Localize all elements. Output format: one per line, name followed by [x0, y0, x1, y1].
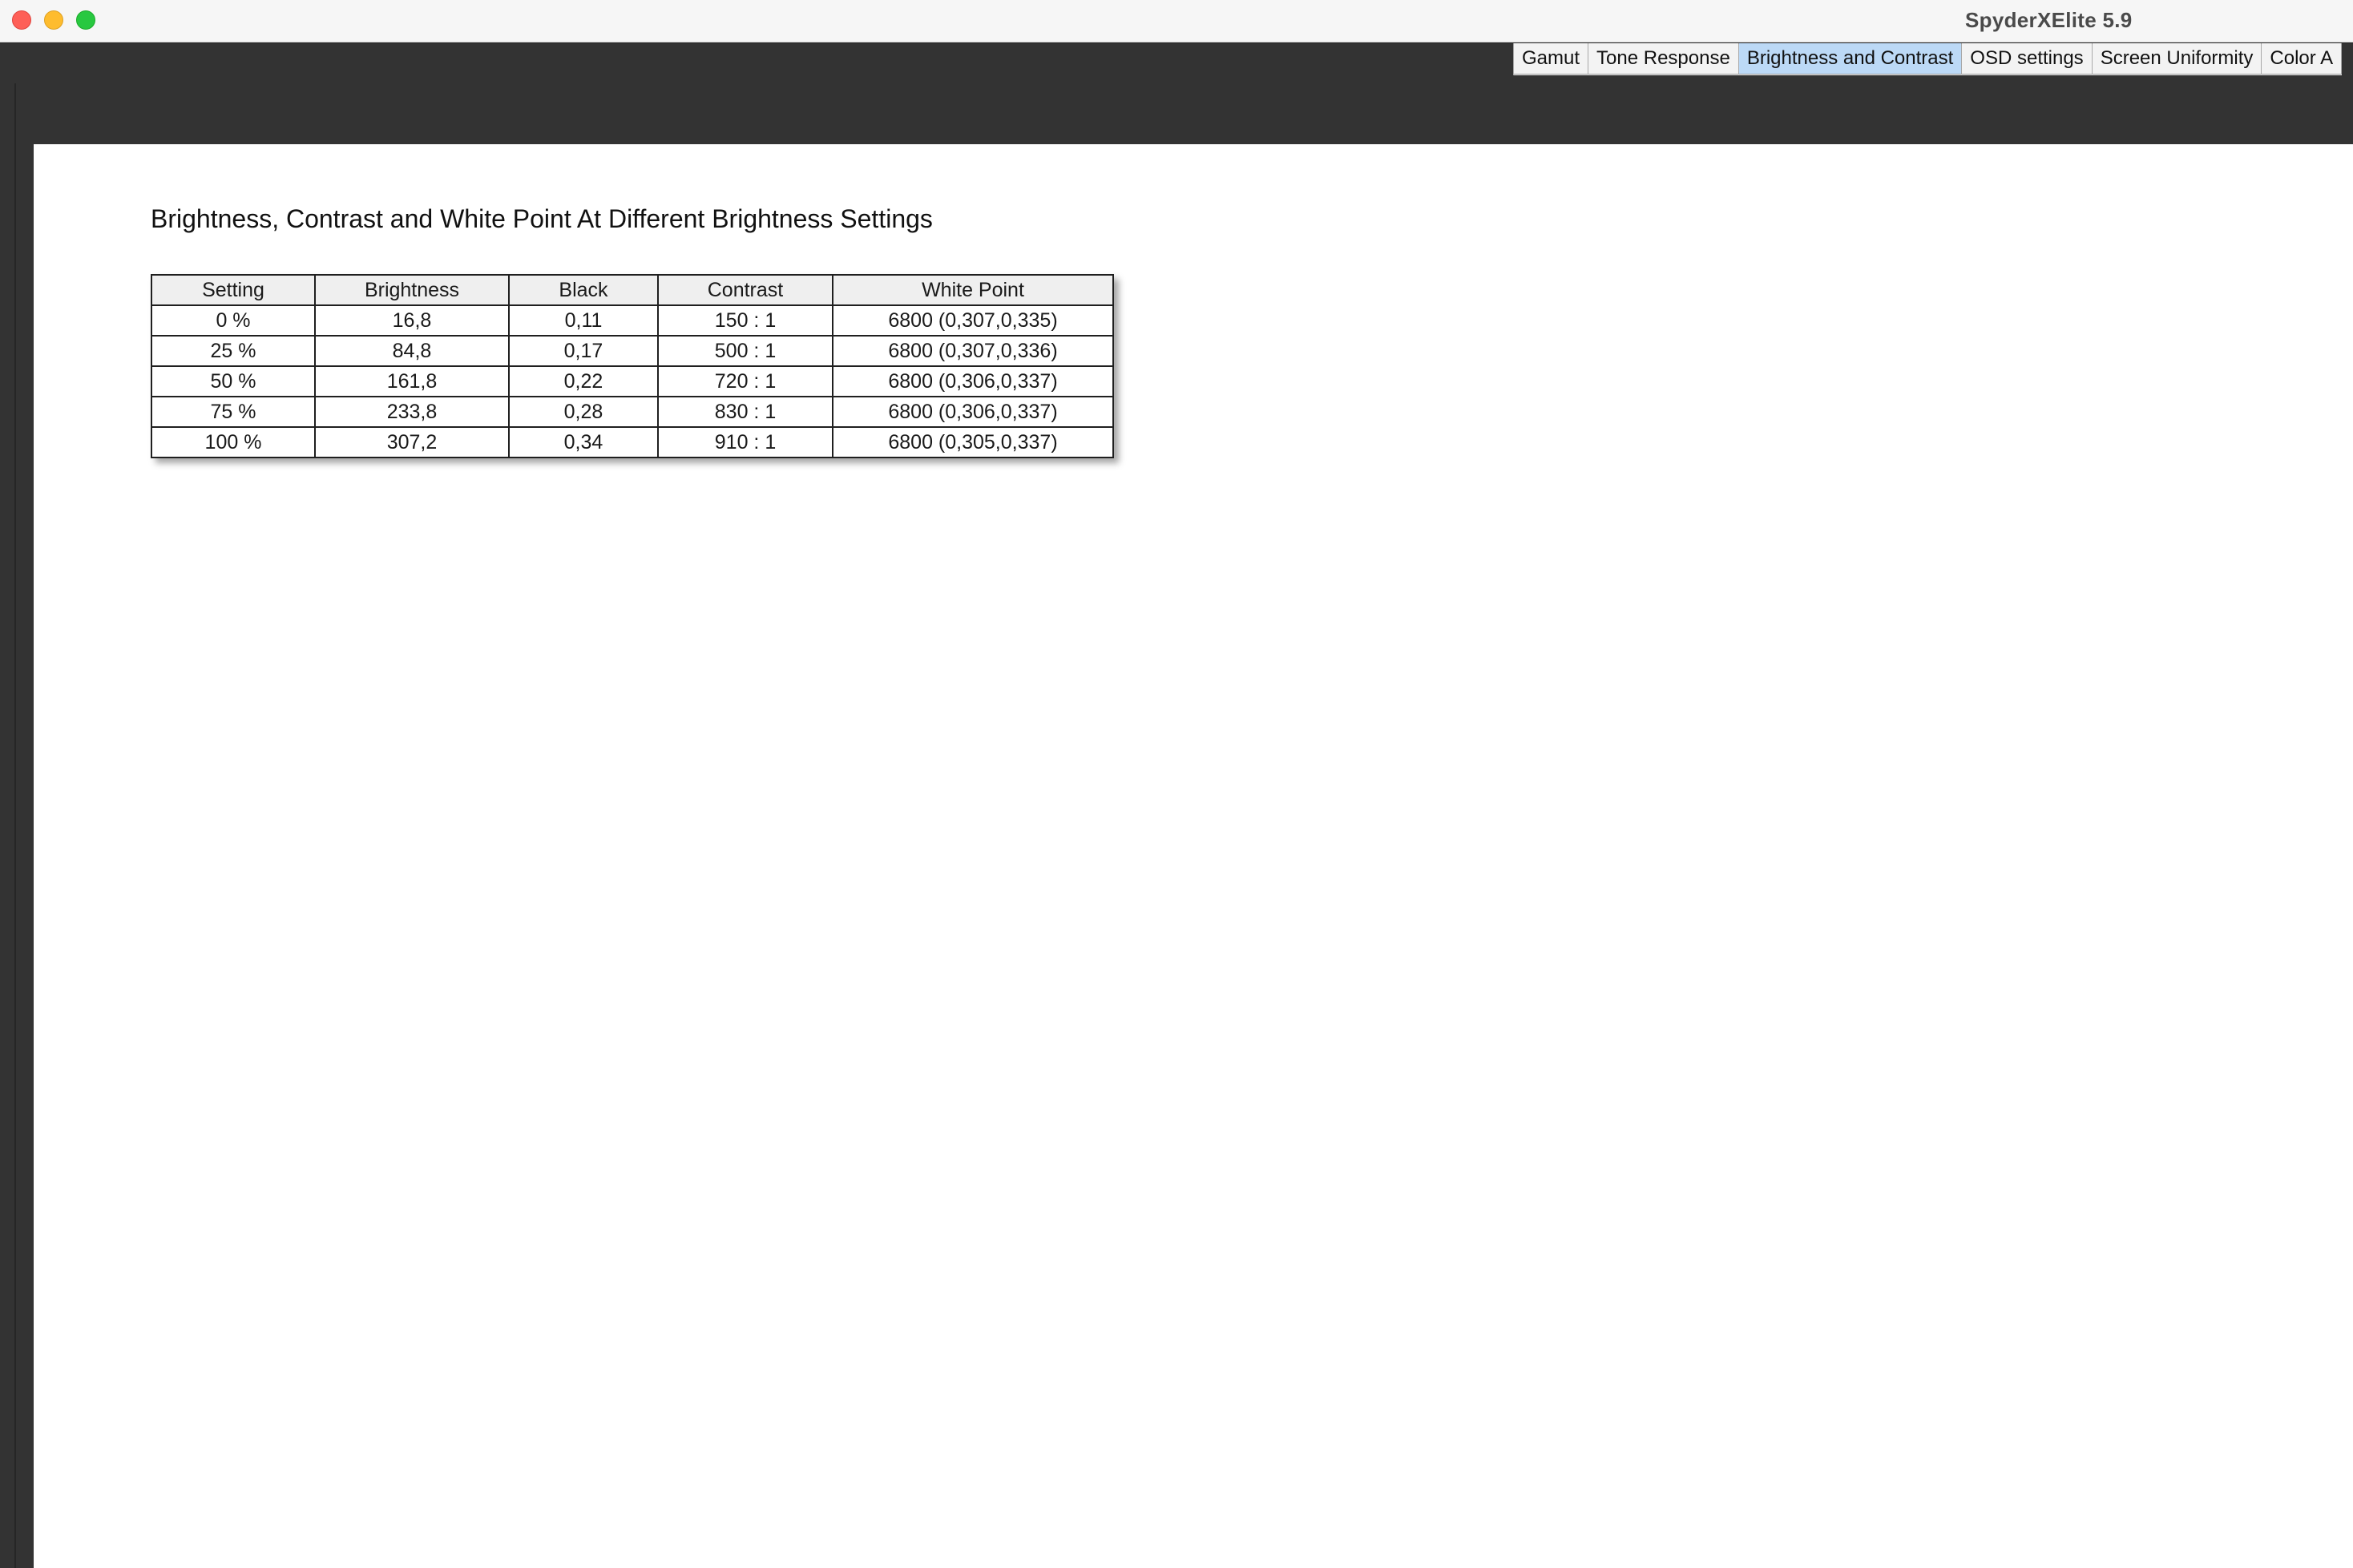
table-header-row: Setting Brightness Black Contrast White … [151, 274, 1114, 306]
cell-setting: 75 % [151, 396, 316, 428]
cell-black: 0,11 [508, 304, 659, 337]
cell-white-point: 6800 (0,306,0,337) [832, 365, 1114, 397]
table-row: 50 % 161,8 0,22 720 : 1 6800 (0,306,0,33… [151, 365, 1114, 397]
cell-black: 0,22 [508, 365, 659, 397]
cell-contrast: 500 : 1 [657, 335, 833, 367]
report-page: Brightness, Contrast and White Point At … [34, 145, 2353, 1568]
close-window-button[interactable] [12, 10, 31, 30]
column-header-black: Black [508, 274, 659, 306]
cell-contrast: 910 : 1 [657, 426, 833, 458]
tab-brightness-and-contrast[interactable]: Brightness and Contrast [1738, 43, 1963, 75]
cell-brightness: 233,8 [314, 396, 510, 428]
column-header-brightness: Brightness [314, 274, 510, 306]
cell-contrast: 720 : 1 [657, 365, 833, 397]
tab-screen-uniformity[interactable]: Screen Uniformity [2092, 43, 2262, 75]
tab-osd-settings[interactable]: OSD settings [1962, 43, 2093, 75]
cell-brightness: 161,8 [314, 365, 510, 397]
cell-brightness: 84,8 [314, 335, 510, 367]
report-tabs: Gamut Tone Response Brightness and Contr… [1513, 43, 2343, 75]
cell-brightness: 16,8 [314, 304, 510, 337]
brightness-contrast-table: Setting Brightness Black Contrast White … [151, 274, 1114, 458]
cell-setting: 25 % [151, 335, 316, 367]
cell-contrast: 830 : 1 [657, 396, 833, 428]
minimize-window-button[interactable] [44, 10, 63, 30]
cell-white-point: 6800 (0,307,0,335) [832, 304, 1114, 337]
zoom-window-button[interactable] [76, 10, 95, 30]
cell-black: 0,17 [508, 335, 659, 367]
tab-toolbar: Gamut Tone Response Brightness and Contr… [0, 42, 2353, 144]
column-header-setting: Setting [151, 274, 316, 306]
cell-setting: 0 % [151, 304, 316, 337]
tab-tone-response[interactable]: Tone Response [1588, 43, 1739, 75]
tab-color-accuracy[interactable]: Color A [2262, 43, 2343, 75]
title-bar: SpyderXElite 5.9 [0, 0, 2353, 42]
cell-white-point: 6800 (0,305,0,337) [832, 426, 1114, 458]
cell-setting: 100 % [151, 426, 316, 458]
report-title: Brightness, Contrast and White Point At … [151, 204, 933, 233]
table-row: 25 % 84,8 0,17 500 : 1 6800 (0,307,0,336… [151, 335, 1114, 367]
table-row: 100 % 307,2 0,34 910 : 1 6800 (0,305,0,3… [151, 426, 1114, 458]
table-row: 0 % 16,8 0,11 150 : 1 6800 (0,307,0,335) [151, 304, 1114, 337]
cell-white-point: 6800 (0,306,0,337) [832, 396, 1114, 428]
cell-white-point: 6800 (0,307,0,336) [832, 335, 1114, 367]
cell-black: 0,34 [508, 426, 659, 458]
tab-gamut[interactable]: Gamut [1514, 43, 1589, 75]
cell-contrast: 150 : 1 [657, 304, 833, 337]
cell-black: 0,28 [508, 396, 659, 428]
cell-brightness: 307,2 [314, 426, 510, 458]
left-margin [0, 83, 34, 1568]
brightness-table-container: Setting Brightness Black Contrast White … [151, 274, 1114, 458]
column-header-contrast: Contrast [657, 274, 833, 306]
left-divider [14, 83, 16, 1568]
column-header-white-point: White Point [832, 274, 1114, 306]
cell-setting: 50 % [151, 365, 316, 397]
table-row: 75 % 233,8 0,28 830 : 1 6800 (0,306,0,33… [151, 396, 1114, 428]
window-title: SpyderXElite 5.9 [1965, 8, 2133, 32]
app-window: SpyderXElite 5.9 Gamut Tone Response Bri… [0, 0, 2353, 1568]
